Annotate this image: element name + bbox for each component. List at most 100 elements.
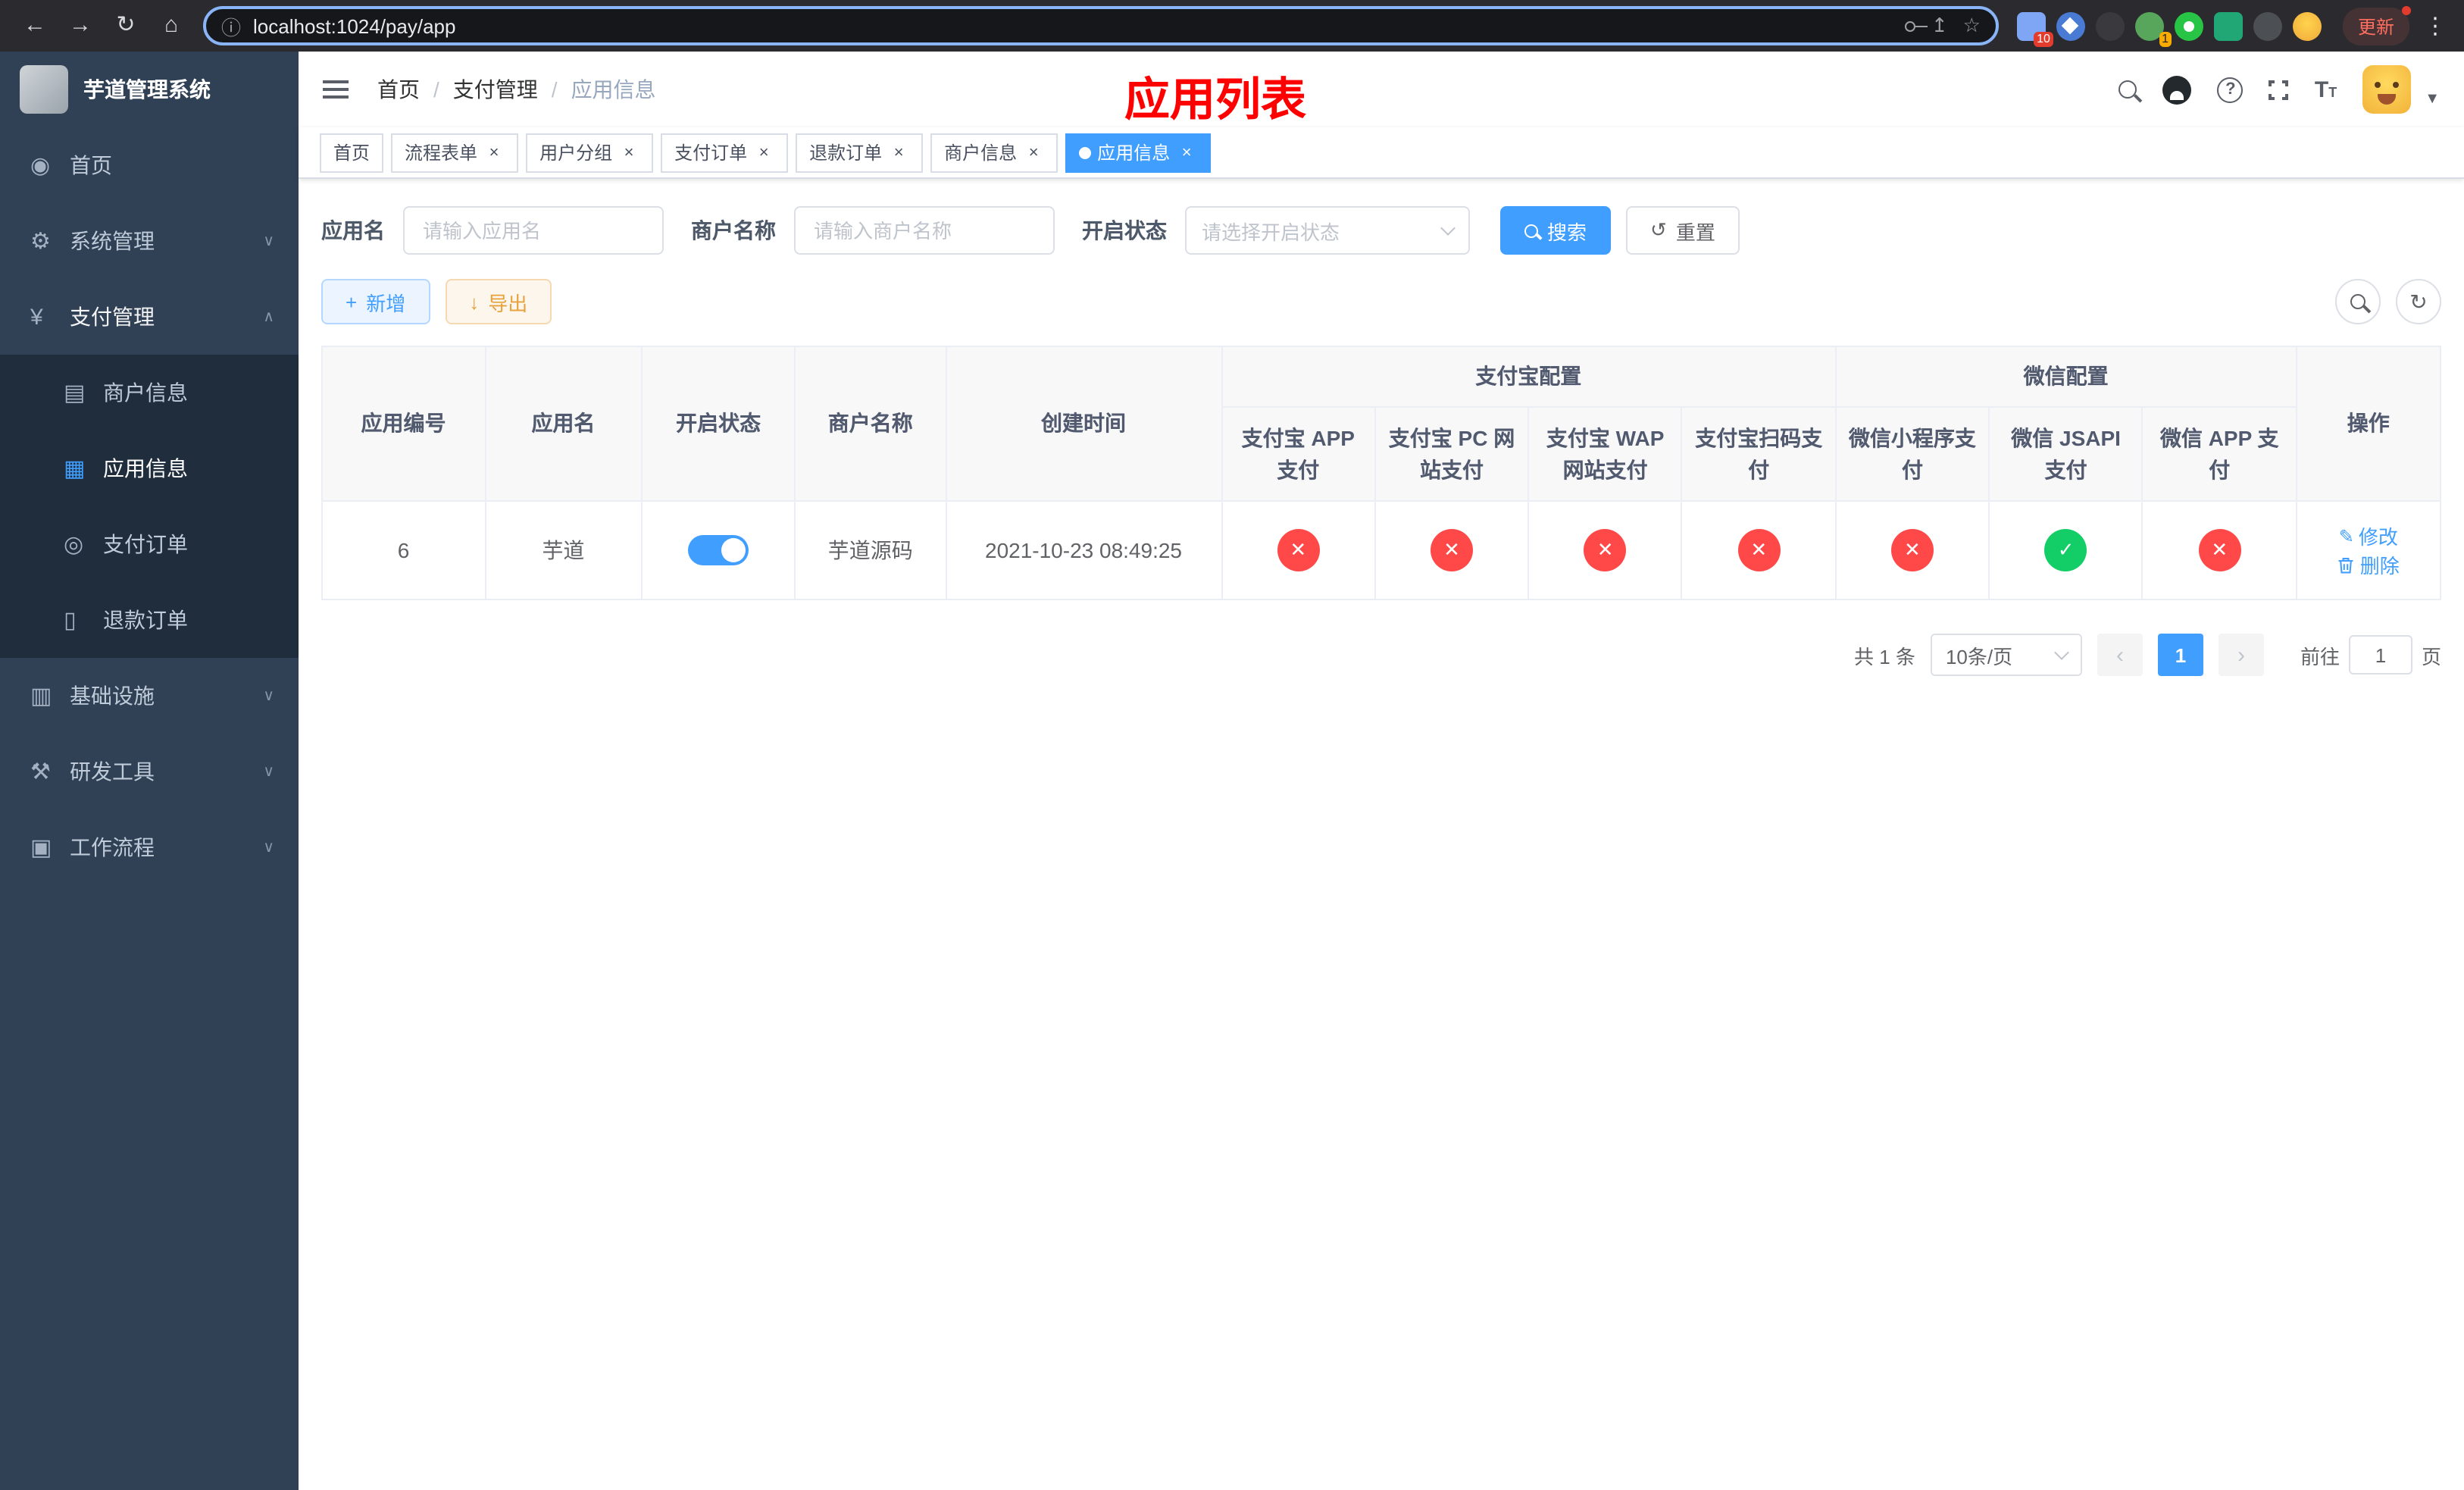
extension-gray-icon[interactable] xyxy=(2253,11,2282,40)
tab-home[interactable]: 首页 xyxy=(320,133,384,172)
col-header-wechat-app: 微信 APP 支付 xyxy=(2141,406,2297,502)
chevron-down-icon: ∨ xyxy=(263,839,274,856)
tools-icon: ⚒ xyxy=(30,759,51,785)
merchant-name-input[interactable] xyxy=(794,206,1055,255)
tab-refund-order[interactable]: 退款订单 × xyxy=(796,133,924,172)
extension-blue-icon[interactable] xyxy=(2056,11,2085,40)
wechat-app-status-icon xyxy=(2198,529,2241,571)
app-name-input[interactable] xyxy=(403,206,664,255)
tab-pay-order[interactable]: 支付订单 × xyxy=(661,133,789,172)
extension-badge: 10 xyxy=(2034,31,2053,46)
tab-merchant-info[interactable]: 商户信息 × xyxy=(930,133,1058,172)
edit-link[interactable]: ✎ 修改 xyxy=(2339,521,2398,550)
sidebar-item-merchant-info[interactable]: ▤ 商户信息 xyxy=(0,355,299,430)
sidebar-item-pay-order[interactable]: ◎ 支付订单 xyxy=(0,506,299,582)
search-icon[interactable] xyxy=(2118,80,2137,99)
sidebar-item-payment[interactable]: ¥ 支付管理 ∧ xyxy=(0,279,299,355)
wechat-jsapi-status-icon xyxy=(2044,529,2087,571)
extension-avatar-icon[interactable]: 1 xyxy=(2134,11,2172,46)
tab-app-info[interactable]: 应用信息 × xyxy=(1065,133,1212,172)
tab-user-group[interactable]: 用户分组 × xyxy=(526,133,654,172)
sidebar-item-app-info[interactable]: ▦ 应用信息 xyxy=(0,430,299,506)
forward-icon[interactable]: → xyxy=(61,0,100,52)
search-icon xyxy=(1524,224,1538,237)
extension-face-icon[interactable] xyxy=(2292,11,2322,40)
plus-icon: + xyxy=(346,290,358,313)
page-number-button[interactable]: 1 xyxy=(2157,634,2203,676)
reset-button[interactable]: ↺ 重置 xyxy=(1626,206,1740,255)
sidebar-item-label: 退款订单 xyxy=(103,608,188,632)
browser-toolbar: ← → ↻ ⌂ ⓘ localhost:1024/pay/app ↥ ☆ 10 … xyxy=(0,0,2464,52)
share-icon[interactable]: ↥ xyxy=(1931,14,1948,38)
chevron-down-icon: ∨ xyxy=(263,687,274,704)
trash-icon xyxy=(2339,557,2354,573)
extension-puzzle-icon[interactable]: 10 xyxy=(2016,11,2053,46)
add-button[interactable]: + 新增 xyxy=(321,279,430,324)
refresh-button[interactable]: ↻ xyxy=(2396,279,2441,324)
tab-close-icon[interactable]: × xyxy=(483,143,505,161)
search-button[interactable]: 搜索 xyxy=(1500,206,1612,255)
reload-icon[interactable]: ↻ xyxy=(106,0,145,52)
sidebar-item-dev-tools[interactable]: ⚒ 研发工具 ∨ xyxy=(0,734,299,809)
extension-dark-icon[interactable] xyxy=(2095,11,2125,40)
table-row: 6 芋道 芋道源码 2021-10-23 08:49:25 ✕ ✕ ✕ ✕ ✕ … xyxy=(321,500,2442,600)
col-header-alipay-app: 支付宝 APP 支付 xyxy=(1220,406,1376,502)
extension-badge: 1 xyxy=(2159,31,2172,46)
pagination-total: 共 1 条 xyxy=(1854,645,1915,668)
pagination: 共 1 条 10条/页 ‹ 1 › 前往 页 xyxy=(321,634,2441,676)
status-toggle[interactable] xyxy=(688,535,749,565)
status-select[interactable]: 请选择开启状态 xyxy=(1185,206,1470,255)
avatar-caret-icon[interactable]: ▼ xyxy=(2425,91,2440,114)
page-size-select[interactable]: 10条/页 xyxy=(1930,634,2082,676)
sidebar-item-workflow[interactable]: ▣ 工作流程 ∨ xyxy=(0,809,299,885)
fullscreen-icon[interactable] xyxy=(2267,78,2290,101)
extension-green-circle-icon[interactable] xyxy=(2174,11,2203,40)
help-icon[interactable]: ? xyxy=(2217,77,2244,102)
back-icon[interactable]: ← xyxy=(15,0,55,52)
col-header-alipay-qr: 支付宝扫码支付 xyxy=(1681,406,1837,502)
address-bar[interactable]: ⓘ localhost:1024/pay/app ↥ ☆ xyxy=(203,6,1999,45)
breadcrumb-home[interactable]: 首页 xyxy=(377,74,420,105)
password-key-icon[interactable] xyxy=(1905,20,1928,31)
github-icon[interactable] xyxy=(2162,75,2192,104)
active-tab-dot xyxy=(1079,146,1092,158)
font-size-icon[interactable]: TT xyxy=(2315,77,2337,102)
update-dot xyxy=(2402,5,2411,14)
toolbar-right-buttons: ↻ xyxy=(2335,279,2441,324)
breadcrumb-payment[interactable]: 支付管理 xyxy=(453,74,538,105)
grid-icon: ▦ xyxy=(64,456,86,482)
next-page-button[interactable]: › xyxy=(2218,634,2264,676)
tab-process-form[interactable]: 流程表单 × xyxy=(391,133,519,172)
browser-update-button[interactable]: 更新 xyxy=(2342,5,2411,45)
tab-close-icon[interactable]: × xyxy=(1023,143,1044,161)
toggle-search-button[interactable] xyxy=(2335,279,2381,324)
browser-menu-icon[interactable]: ⋮ xyxy=(2422,12,2449,39)
export-button[interactable]: ↓ 导出 xyxy=(445,279,552,324)
delete-link[interactable]: 删除 xyxy=(2337,550,2400,579)
tab-close-icon[interactable]: × xyxy=(753,143,774,161)
app-logo-row[interactable]: 芋道管理系统 xyxy=(0,52,299,127)
search-icon xyxy=(2350,294,2366,309)
sidebar-item-home[interactable]: ◉ 首页 xyxy=(0,127,299,203)
order-icon: ◎ xyxy=(64,532,84,558)
chevron-down-icon xyxy=(2054,644,2069,659)
browser-home-icon[interactable]: ⌂ xyxy=(152,0,191,52)
sidebar-item-infrastructure[interactable]: ▥ 基础设施 ∨ xyxy=(0,658,299,734)
extension-green-square-icon[interactable] xyxy=(2213,11,2243,40)
col-header-wechat-jsapi: 微信 JSAPI 支付 xyxy=(1988,406,2143,502)
goto-page-input[interactable] xyxy=(2348,635,2412,675)
cell-create-time: 2021-10-23 08:49:25 xyxy=(945,500,1222,600)
tab-close-icon[interactable]: × xyxy=(1176,143,1197,161)
tab-close-icon[interactable]: × xyxy=(888,143,909,161)
prev-page-button[interactable]: ‹ xyxy=(2097,634,2143,676)
cell-app-id: 6 xyxy=(321,500,486,600)
sidebar-item-refund-order[interactable]: ▯ 退款订单 xyxy=(0,582,299,658)
tab-close-icon[interactable]: × xyxy=(618,143,639,161)
chevron-down-icon: ∨ xyxy=(263,763,274,780)
navbar-actions: ? TT ▼ xyxy=(2118,65,2440,114)
site-info-icon[interactable]: ⓘ xyxy=(221,11,241,40)
user-avatar[interactable] xyxy=(2362,65,2412,114)
sidebar-item-system[interactable]: ⚙ 系统管理 ∨ xyxy=(0,203,299,279)
hamburger-icon[interactable] xyxy=(323,74,353,105)
bookmark-star-icon[interactable]: ☆ xyxy=(1963,14,1981,38)
